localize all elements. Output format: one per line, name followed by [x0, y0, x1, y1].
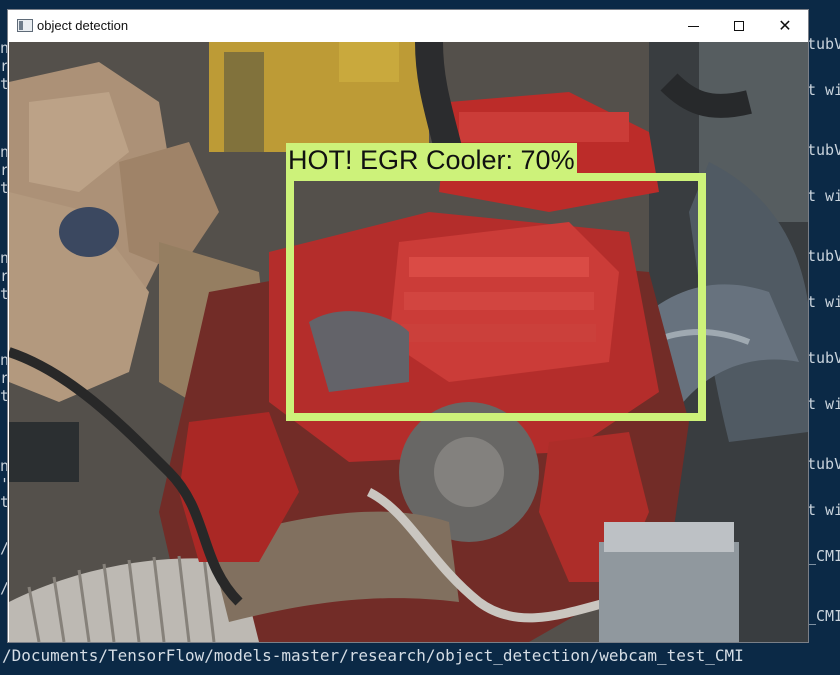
window-title: object detection — [37, 18, 129, 33]
detection-bounding-box — [286, 173, 706, 421]
maximize-button[interactable] — [716, 10, 762, 42]
terminal-fragment: tubV — [807, 141, 840, 159]
terminal-fragment: t wi — [807, 187, 840, 205]
terminal-fragment: t wi — [807, 81, 840, 99]
object-detection-window: object detection ✕ HOT! EGR Cooler: 70% — [7, 9, 809, 643]
close-button[interactable]: ✕ — [762, 10, 808, 42]
minimize-button[interactable] — [670, 10, 716, 42]
terminal-path-line: /Documents/TensorFlow/models-master/rese… — [2, 646, 744, 665]
maximize-icon — [734, 21, 744, 31]
terminal-fragment: tubV — [807, 349, 840, 367]
webcam-frame: HOT! EGR Cooler: 70% — [9, 42, 808, 642]
terminal-fragment: tubV — [807, 35, 840, 53]
terminal-fragment: t wi — [807, 395, 840, 413]
terminal-fragment: tubV — [807, 247, 840, 265]
detection-label: HOT! EGR Cooler: 70% — [286, 143, 577, 177]
close-icon: ✕ — [778, 16, 792, 35]
terminal-fragment: _CMI — [807, 607, 840, 625]
app-icon — [17, 19, 33, 32]
title-bar[interactable]: object detection ✕ — [8, 10, 808, 42]
terminal-fragment: tubV — [807, 455, 840, 473]
terminal-fragment: _CMI — [807, 547, 840, 565]
terminal-fragment: t wi — [807, 501, 840, 519]
minimize-icon — [687, 25, 699, 27]
terminal-fragment: t wi — [807, 293, 840, 311]
